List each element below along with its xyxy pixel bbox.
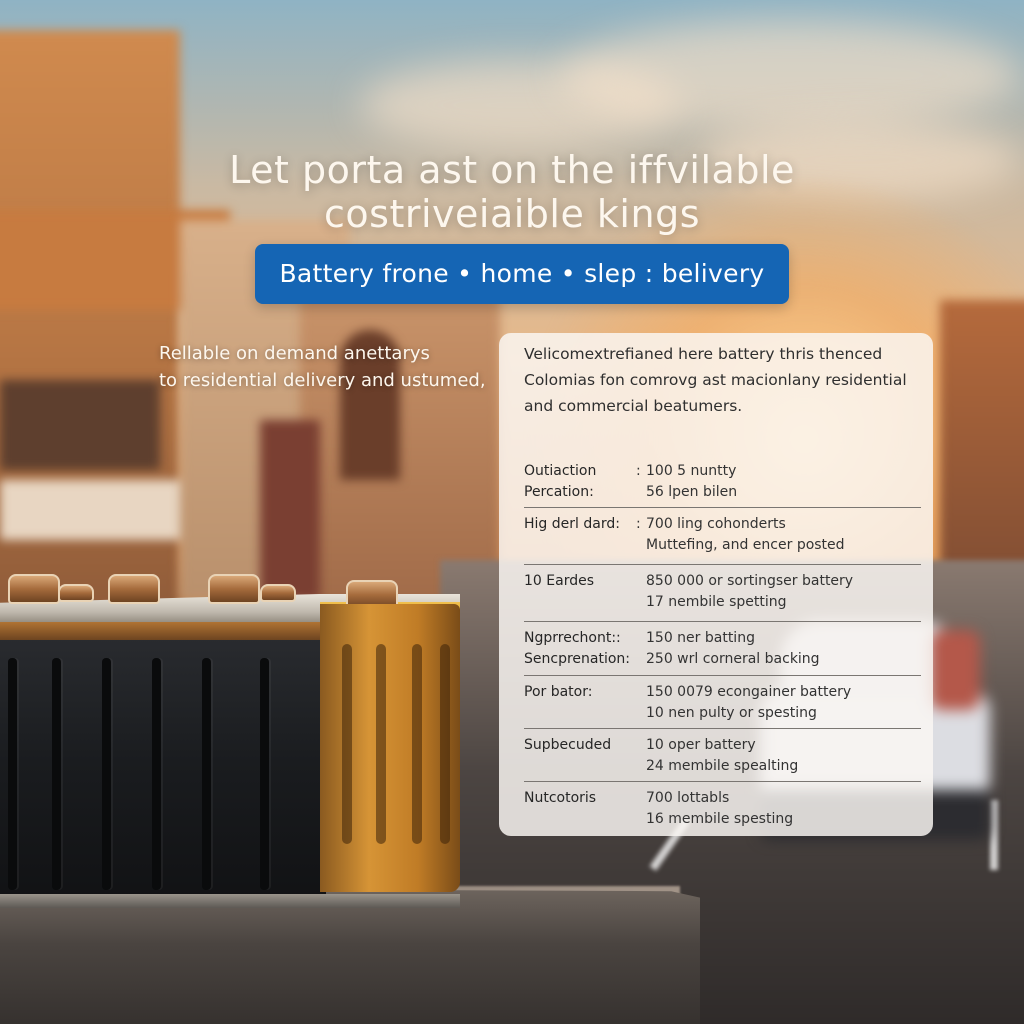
building-window bbox=[0, 380, 160, 470]
building-ledge bbox=[0, 480, 190, 540]
battery-terminal bbox=[108, 574, 160, 604]
spec-label: Outiaction Percation: bbox=[524, 463, 597, 500]
spec-label: Hig derl dard: bbox=[524, 516, 620, 532]
panel-intro-line: Colomias fon comrovg ast macionlany resi… bbox=[524, 371, 907, 389]
spec-row: 10 Eardes 850 000 or sortingser battery … bbox=[524, 565, 921, 622]
spec-label: Ngprrechont:: Sencprenation: bbox=[524, 630, 631, 667]
spec-value: : 100 5 nuntty 56 lpen bilen bbox=[636, 463, 738, 500]
battery-front bbox=[0, 622, 326, 902]
battery-illustration bbox=[0, 574, 470, 914]
spec-value: 10 oper battery 24 membile spealting bbox=[646, 737, 799, 774]
spec-label: Por bator: bbox=[524, 684, 593, 700]
headline-line-1: Let porta ast on the iffvilable bbox=[229, 148, 795, 192]
headline: Let porta ast on the iffvilable costrive… bbox=[0, 148, 1024, 236]
spec-row: Outiaction Percation: : 100 5 nuntty 56 … bbox=[524, 451, 921, 508]
spec-row: Ngprrechont:: Sencprenation: 150 ner bat… bbox=[524, 622, 921, 676]
battery-side bbox=[320, 604, 460, 892]
spec-label: Nutcotoris bbox=[524, 790, 597, 806]
spec-label: 10 Eardes bbox=[524, 573, 594, 589]
battery-cap bbox=[260, 584, 296, 602]
spec-row: Por bator: 150 0079 econgainer battery 1… bbox=[524, 676, 921, 729]
panel-intro-line: and commercial beatumers. bbox=[524, 397, 743, 415]
cloud bbox=[560, 20, 1020, 130]
battery-base bbox=[0, 894, 460, 908]
lead-line-1: Rellable on demand anettarys bbox=[159, 343, 430, 364]
tagline-banner: Battery frone • home • slep : belivery bbox=[255, 244, 789, 304]
headline-line-2: costriveiaible kings bbox=[324, 192, 700, 236]
battery-terminal bbox=[8, 574, 60, 604]
spec-value: 150 ner batting 250 wrl corneral backing bbox=[646, 630, 820, 667]
spec-row: Nutcotoris 700 lottabls 16 membile spest… bbox=[524, 782, 921, 834]
info-panel: Velicomextrefianed here battery thris th… bbox=[499, 333, 933, 836]
spec-label: Supbecuded bbox=[524, 737, 612, 753]
lane-marking bbox=[990, 800, 998, 870]
spec-row: Hig derl dard: : 700 ling cohonderts Mut… bbox=[524, 508, 921, 565]
lead-line-2: to residential delivery and ustumed, bbox=[159, 370, 486, 391]
building-left bbox=[0, 30, 180, 650]
panel-intro-line: Velicomextrefianed here battery thris th… bbox=[524, 345, 883, 363]
spec-value: 700 lottabls 16 membile spesting bbox=[646, 790, 794, 827]
building-door bbox=[260, 420, 320, 600]
spec-value: 150 0079 econgainer battery 10 nen pulty… bbox=[646, 684, 852, 721]
spec-value: : 700 ling cohonderts Muttefing, and enc… bbox=[636, 516, 845, 553]
lead-text: Rellable on demand anettarys to resident… bbox=[159, 340, 519, 394]
spec-value: 850 000 or sortingser battery 17 nembile… bbox=[646, 573, 854, 610]
panel-intro: Velicomextrefianed here battery thris th… bbox=[524, 341, 921, 419]
spec-table: Outiaction Percation: : 100 5 nuntty 56 … bbox=[524, 451, 921, 834]
spec-row: Supbecuded 10 oper battery 24 membile sp… bbox=[524, 729, 921, 782]
battery-terminal bbox=[208, 574, 260, 604]
battery-cap bbox=[58, 584, 94, 602]
